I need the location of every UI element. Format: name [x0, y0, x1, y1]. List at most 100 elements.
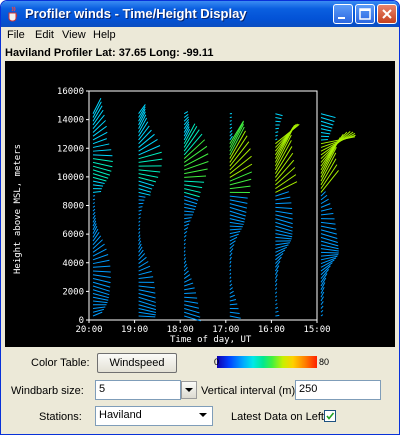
wind-barb — [229, 133, 233, 137]
wind-barb — [138, 234, 141, 238]
x-tick-label: 18:00 — [167, 325, 194, 335]
y-tick-label: 4000 — [62, 259, 84, 269]
wind-barb — [229, 123, 232, 126]
wind-barb — [92, 265, 111, 268]
windspeed-colorbar — [217, 356, 317, 368]
menu-bar: File Edit View Help — [1, 27, 399, 45]
wind-barb — [320, 134, 356, 148]
wind-barb — [274, 291, 278, 294]
wind-barb — [275, 242, 290, 246]
wind-barb — [92, 296, 109, 301]
wind-barb — [92, 191, 102, 193]
color-table-button[interactable]: Windspeed — [97, 353, 177, 373]
wind-barb — [138, 289, 156, 294]
wind-barb — [184, 304, 199, 309]
stations-dropdown[interactable] — [196, 407, 212, 425]
wind-barb — [138, 184, 153, 190]
wind-barb — [184, 175, 207, 178]
windbarb-size-field[interactable]: 5 — [95, 380, 181, 400]
wind-barb — [184, 296, 198, 299]
time-height-plot[interactable]: 0 2000 4000 6000 8000 10000 12000 14000 16000 20:… — [5, 61, 395, 347]
wind-barb — [229, 290, 234, 294]
wind-barb — [184, 217, 192, 220]
wind-barbs — [92, 97, 356, 322]
stations-label: Stations: — [39, 411, 82, 423]
wind-barb — [92, 300, 108, 304]
close-button[interactable] — [377, 4, 397, 24]
wind-barb — [229, 283, 233, 287]
wind-barb — [184, 282, 194, 287]
wind-barb — [138, 311, 156, 316]
maximize-icon — [359, 8, 371, 20]
wind-barb — [229, 185, 251, 190]
wind-barb — [320, 203, 331, 208]
wind-barb — [138, 220, 141, 223]
wind-barb — [183, 230, 188, 234]
y-tick-label: 6000 — [62, 230, 84, 240]
windbarb-size-dropdown[interactable] — [181, 381, 197, 399]
wind-barb — [229, 121, 244, 148]
wind-barb — [184, 180, 205, 183]
wind-barb — [138, 195, 146, 198]
menu-view[interactable]: View — [62, 29, 86, 41]
wind-barb — [229, 265, 232, 268]
wind-barb — [320, 254, 339, 257]
wind-barb — [275, 210, 293, 215]
title-bar[interactable]: Profiler winds - Time/Height Display — [1, 1, 399, 27]
wind-barb — [320, 309, 324, 313]
wind-barb — [138, 227, 141, 231]
y-tick-label: 14000 — [57, 116, 84, 126]
wind-barb — [275, 196, 291, 201]
menu-edit[interactable]: Edit — [35, 29, 54, 41]
wind-barb — [320, 314, 324, 317]
wind-barb — [320, 133, 344, 167]
wind-barb — [138, 209, 142, 212]
wind-barb — [275, 138, 278, 141]
wind-barb — [229, 303, 238, 306]
x-tick-label: 16:00 — [258, 325, 285, 335]
wind-barb — [92, 125, 107, 137]
wind-barb — [183, 111, 189, 115]
y-tick-label: 10000 — [57, 173, 84, 183]
wind-barb — [229, 287, 233, 291]
minimize-button[interactable] — [333, 4, 353, 24]
wind-barb — [184, 191, 200, 198]
vertical-interval-field[interactable]: 250 — [295, 380, 381, 400]
menu-help[interactable]: Help — [93, 29, 116, 41]
wind-barb — [184, 161, 209, 171]
wind-barb — [229, 272, 232, 276]
wind-barb — [229, 268, 232, 272]
wind-barb — [320, 251, 339, 254]
wind-barb — [229, 130, 233, 133]
wind-barb — [92, 158, 113, 162]
wind-barb — [275, 113, 283, 117]
wind-barb — [229, 203, 248, 209]
wind-barb — [184, 220, 191, 223]
wind-barb — [320, 113, 336, 119]
wind-barb — [320, 120, 334, 126]
menu-file[interactable]: File — [7, 29, 25, 41]
wind-barb — [92, 149, 112, 152]
wind-barb — [275, 244, 289, 250]
wind-barb — [183, 250, 186, 253]
wind-barb — [184, 287, 195, 291]
wind-barb — [183, 113, 189, 118]
wind-barb — [229, 199, 248, 204]
maximize-button[interactable] — [355, 4, 375, 24]
wind-barb — [92, 259, 110, 265]
wind-barb — [92, 235, 102, 246]
wind-barb — [183, 227, 189, 231]
wind-profile-canvas[interactable]: 020004000600080001000012000140001600020:… — [5, 61, 395, 347]
wind-barb — [275, 120, 281, 123]
latest-data-checkbox[interactable] — [324, 410, 336, 422]
windbarb-size-label: Windbarb size: — [11, 385, 84, 397]
wind-barb — [229, 126, 233, 130]
wind-barb — [229, 280, 232, 283]
wind-barb — [229, 228, 242, 231]
station-info: Haviland Profiler Lat: 37.65 Long: -99.1… — [5, 47, 214, 59]
wind-barb — [92, 154, 113, 157]
wind-barb — [92, 211, 96, 216]
wind-barb — [92, 308, 104, 313]
wind-barb — [229, 248, 234, 253]
wind-barb — [92, 161, 113, 168]
